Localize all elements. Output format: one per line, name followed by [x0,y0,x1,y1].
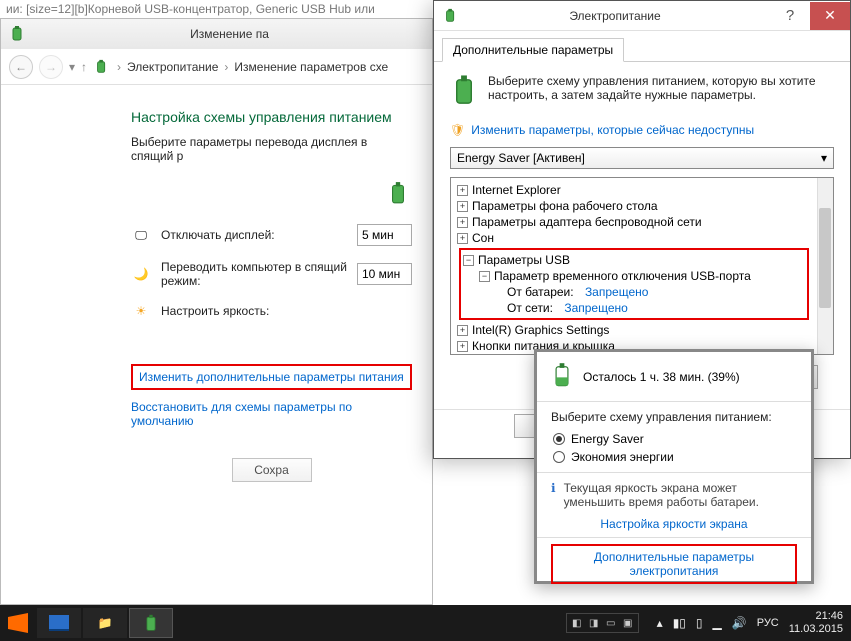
system-tray[interactable]: ◧◨▭▣ ▴ ▮▯ ▯ ▁ 🔊 РУС 21:46 11.03.2015 [566,610,851,635]
up-button[interactable]: ↑ [81,60,87,74]
help-button[interactable]: ? [770,2,810,30]
brightness-settings-link[interactable]: Настройка яркости экрана [600,517,747,531]
taskbar-item[interactable] [37,608,81,638]
scrollbar[interactable] [817,178,833,354]
plan-radio-energy-saver[interactable]: Energy Saver [553,432,797,446]
restore-defaults-link[interactable]: Восстановить для схемы параметры по умол… [131,400,412,428]
radio-icon [553,451,565,463]
network-icon[interactable]: ▮▯ [673,616,686,630]
breadcrumb-root[interactable]: Электропитание [127,60,218,74]
language-indicator[interactable]: РУС [757,617,779,629]
window-title: Изменение па [27,27,432,41]
chevron-down-icon: ▾ [821,151,827,165]
save-button[interactable]: Сохра [232,458,312,482]
taskbar[interactable]: 📁 ◧◨▭▣ ▴ ▮▯ ▯ ▁ 🔊 РУС 21:46 11.03.2015 [0,605,851,641]
battery-icon [551,362,573,391]
dialog-title: Электропитание [460,9,770,23]
scheme-select[interactable]: Energy Saver [Активен]▾ [450,147,834,169]
dialog-titlebar: Электропитание ? ✕ [434,1,850,31]
toolbar-small[interactable]: ◧◨▭▣ [566,613,639,633]
battery-remaining: Осталось 1 ч. 38 мин. (39%) [583,370,740,384]
tree-item: +Intel(R) Graphics Settings [457,322,831,338]
page-heading: Настройка схемы управления питанием [131,109,412,125]
sleep-icon: 🌙 [131,267,151,281]
breadcrumb[interactable]: › Электропитание › Изменение параметров … [93,58,388,76]
tree-item: +Сон [457,230,831,246]
back-button[interactable]: ← [9,55,33,79]
brightness-note: ℹ Текущая яркость экрана может уменьшить… [551,481,797,509]
label: Переводить компьютер в спящий режим: [161,260,347,288]
highlight-more-power-options: Дополнительные параметры электропитания [551,544,797,584]
taskbar-item[interactable]: 📁 [83,608,127,638]
action-center-icon[interactable]: ▯ [696,616,703,630]
tray-up-icon[interactable]: ▴ [657,616,663,630]
tab-advanced[interactable]: Дополнительные параметры [442,38,624,62]
battery-column-icon [388,181,408,208]
tree-value-battery[interactable]: От батареи: Запрещено [463,284,805,300]
tabstrip: Дополнительные параметры [434,31,850,62]
page-subtext: Выберите параметры перевода дисплея в сп… [131,135,412,163]
breadcrumb-page[interactable]: Изменение параметров схе [234,60,388,74]
tree-item: +Internet Explorer [457,182,831,198]
radio-icon [553,433,565,445]
brightness-icon: ☀ [131,304,151,318]
label: Отключать дисплей: [161,228,347,242]
label: Настроить яркость: [161,304,347,318]
expand-icon[interactable]: + [457,341,468,352]
nav-row: ← → ▾ ↑ › Электропитание › Изменение пар… [1,49,432,85]
battery-tray-icon[interactable]: ▁ [713,616,722,630]
recent-dropdown-icon[interactable]: ▾ [69,60,75,74]
battery-flyout: Осталось 1 ч. 38 мин. (39%) Выберите схе… [534,349,814,584]
sleep-timeout-select[interactable]: 10 мин [357,263,412,285]
highlight-usb-settings: −Параметры USB −Параметр временного откл… [459,248,809,320]
window-titlebar: Изменение па [1,19,432,49]
tree-item-usb: −Параметры USB [463,252,805,268]
brightness-slider[interactable] [357,302,412,320]
change-unavailable-link[interactable]: Изменить параметры, которые сейчас недос… [471,123,754,137]
row-brightness: ☀ Настроить яркость: [131,302,412,320]
tree-item: +Параметры адаптера беспроводной сети [457,214,831,230]
clock[interactable]: 21:46 11.03.2015 [789,610,843,635]
dialog-desc: Выберите схему управления питанием, кото… [450,74,834,109]
tree-item: +Параметры фона рабочего стола [457,198,831,214]
volume-icon[interactable]: 🔊 [732,616,747,630]
highlight-advanced-link: Изменить дополнительные параметры питани… [131,364,412,390]
power-icon [9,25,27,43]
settings-tree[interactable]: +Internet Explorer +Параметры фона рабоч… [450,177,834,355]
choose-plan-label: Выберите схему управления питанием: [551,410,797,424]
battery-icon [450,74,478,109]
expand-icon[interactable]: + [457,325,468,336]
display-timeout-select[interactable]: 5 мин [357,224,412,246]
start-button[interactable] [0,605,36,641]
expand-icon[interactable]: + [457,217,468,228]
uac-shield-icon: 🛡 [450,123,465,137]
more-power-options-link[interactable]: Дополнительные параметры электропитания [559,550,789,578]
tree-item-usb-suspend: −Параметр временного отключения USB-порт… [463,268,805,284]
power-icon [442,7,460,25]
collapse-icon[interactable]: − [479,271,490,282]
row-turn-off-display: 🖵 Отключать дисплей: 5 мин [131,224,412,246]
row-sleep: 🌙 Переводить компьютер в спящий режим: 1… [131,260,412,288]
collapse-icon[interactable]: − [463,255,474,266]
expand-icon[interactable]: + [457,185,468,196]
edit-plan-window: Изменение па ← → ▾ ↑ › Электропитание › … [0,18,433,605]
info-icon: ℹ [551,481,556,509]
tree-value-ac[interactable]: От сети: Запрещено [463,300,805,316]
power-icon [93,58,111,76]
advanced-power-link[interactable]: Изменить дополнительные параметры питани… [139,370,404,384]
taskbar-item-power-active[interactable] [129,608,173,638]
forward-button[interactable]: → [39,55,63,79]
display-icon: 🖵 [131,228,151,243]
expand-icon[interactable]: + [457,233,468,244]
plan-radio-power-saver[interactable]: Экономия энергии [553,450,797,464]
close-button[interactable]: ✕ [810,2,850,30]
expand-icon[interactable]: + [457,201,468,212]
